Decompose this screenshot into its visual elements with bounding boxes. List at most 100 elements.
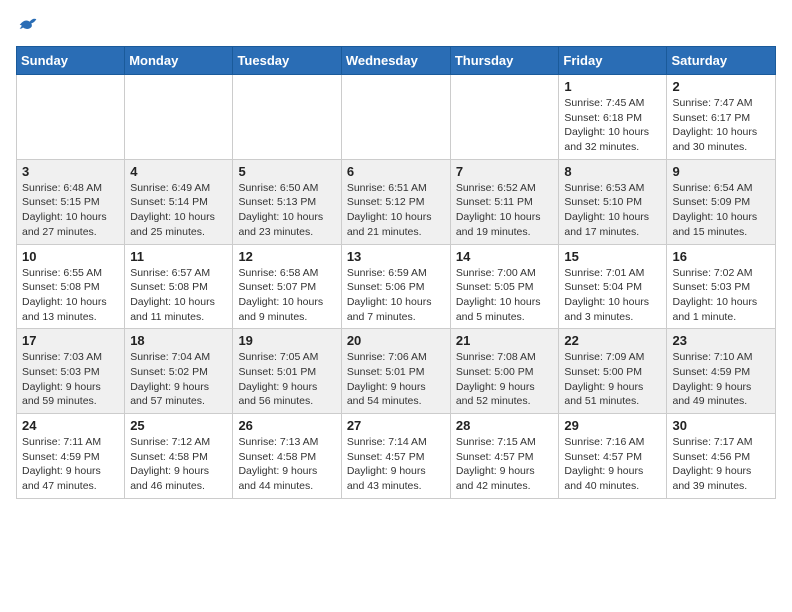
day-info: Sunrise: 7:03 AM Sunset: 5:03 PM Dayligh… xyxy=(22,350,119,409)
logo xyxy=(16,16,38,34)
day-info: Sunrise: 7:08 AM Sunset: 5:00 PM Dayligh… xyxy=(456,350,554,409)
calendar-cell: 21 Sunrise: 7:08 AM Sunset: 5:00 PM Dayli… xyxy=(450,329,559,414)
day-info: Sunrise: 7:01 AM Sunset: 5:04 PM Dayligh… xyxy=(564,266,661,325)
calendar-table: SundayMondayTuesdayWednesdayThursdayFrid… xyxy=(16,46,776,499)
calendar-cell xyxy=(17,75,125,160)
day-info: Sunrise: 6:54 AM Sunset: 5:09 PM Dayligh… xyxy=(672,181,770,240)
calendar-cell: 8Sunrise: 6:53 AM Sunset: 5:10 PM Daylig… xyxy=(559,159,667,244)
day-info: Sunrise: 7:05 AM Sunset: 5:01 PM Dayligh… xyxy=(238,350,335,409)
calendar-cell: 9 Sunrise: 6:54 AM Sunset: 5:09 PM Daylig… xyxy=(667,159,776,244)
day-info: Sunrise: 7:45 AM Sunset: 6:18 PM Dayligh… xyxy=(564,96,661,155)
calendar-cell: 16 Sunrise: 7:02 AM Sunset: 5:03 PM Dayli… xyxy=(667,244,776,329)
day-number: 9 xyxy=(672,164,770,179)
calendar-day-header: Tuesday xyxy=(233,47,341,75)
day-number: 13 xyxy=(347,249,445,264)
calendar-cell: 20Sunrise: 7:06 AM Sunset: 5:01 PM Dayli… xyxy=(341,329,450,414)
calendar-cell: 23Sunrise: 7:10 AM Sunset: 4:59 PM Dayli… xyxy=(667,329,776,414)
calendar-cell: 4 Sunrise: 6:49 AM Sunset: 5:14 PM Daylig… xyxy=(125,159,233,244)
day-info: Sunrise: 7:13 AM Sunset: 4:58 PM Dayligh… xyxy=(238,435,335,494)
day-info: Sunrise: 6:57 AM Sunset: 5:08 PM Dayligh… xyxy=(130,266,227,325)
day-number: 26 xyxy=(238,418,335,433)
day-info: Sunrise: 7:12 AM Sunset: 4:58 PM Dayligh… xyxy=(130,435,227,494)
calendar-cell xyxy=(125,75,233,160)
day-number: 21 xyxy=(456,333,554,348)
calendar-cell: 18 Sunrise: 7:04 AM Sunset: 5:02 PM Dayli… xyxy=(125,329,233,414)
calendar-cell: 15 Sunrise: 7:01 AM Sunset: 5:04 PM Dayli… xyxy=(559,244,667,329)
day-info: Sunrise: 7:06 AM Sunset: 5:01 PM Dayligh… xyxy=(347,350,445,409)
day-number: 1 xyxy=(564,79,661,94)
day-info: Sunrise: 6:59 AM Sunset: 5:06 PM Dayligh… xyxy=(347,266,445,325)
day-number: 25 xyxy=(130,418,227,433)
calendar-cell: 10 Sunrise: 6:55 AM Sunset: 5:08 PM Dayli… xyxy=(17,244,125,329)
calendar-cell: 5Sunrise: 6:50 AM Sunset: 5:13 PM Daylig… xyxy=(233,159,341,244)
logo-bird-icon xyxy=(18,16,38,34)
day-number: 6 xyxy=(347,164,445,179)
calendar-cell: 12 Sunrise: 6:58 AM Sunset: 5:07 PM Dayli… xyxy=(233,244,341,329)
day-number: 17 xyxy=(22,333,119,348)
calendar-cell xyxy=(233,75,341,160)
calendar-header-row: SundayMondayTuesdayWednesdayThursdayFrid… xyxy=(17,47,776,75)
calendar-day-header: Saturday xyxy=(667,47,776,75)
day-number: 19 xyxy=(238,333,335,348)
calendar-cell: 29 Sunrise: 7:16 AM Sunset: 4:57 PM Dayli… xyxy=(559,414,667,499)
day-number: 10 xyxy=(22,249,119,264)
day-number: 22 xyxy=(564,333,661,348)
calendar-cell: 3Sunrise: 6:48 AM Sunset: 5:15 PM Daylig… xyxy=(17,159,125,244)
calendar-cell: 19 Sunrise: 7:05 AM Sunset: 5:01 PM Dayli… xyxy=(233,329,341,414)
day-number: 14 xyxy=(456,249,554,264)
calendar-day-header: Thursday xyxy=(450,47,559,75)
day-number: 7 xyxy=(456,164,554,179)
calendar-cell: 28 Sunrise: 7:15 AM Sunset: 4:57 PM Dayli… xyxy=(450,414,559,499)
day-info: Sunrise: 6:51 AM Sunset: 5:12 PM Dayligh… xyxy=(347,181,445,240)
calendar-cell: 13 Sunrise: 6:59 AM Sunset: 5:06 PM Dayli… xyxy=(341,244,450,329)
calendar-cell xyxy=(341,75,450,160)
day-number: 15 xyxy=(564,249,661,264)
day-number: 24 xyxy=(22,418,119,433)
calendar-cell: 11 Sunrise: 6:57 AM Sunset: 5:08 PM Dayli… xyxy=(125,244,233,329)
day-info: Sunrise: 6:50 AM Sunset: 5:13 PM Dayligh… xyxy=(238,181,335,240)
day-number: 23 xyxy=(672,333,770,348)
day-info: Sunrise: 7:11 AM Sunset: 4:59 PM Dayligh… xyxy=(22,435,119,494)
calendar-day-header: Wednesday xyxy=(341,47,450,75)
day-number: 12 xyxy=(238,249,335,264)
day-info: Sunrise: 7:16 AM Sunset: 4:57 PM Dayligh… xyxy=(564,435,661,494)
calendar-cell xyxy=(450,75,559,160)
day-info: Sunrise: 7:00 AM Sunset: 5:05 PM Dayligh… xyxy=(456,266,554,325)
calendar-day-header: Monday xyxy=(125,47,233,75)
calendar-cell: 26 Sunrise: 7:13 AM Sunset: 4:58 PM Dayli… xyxy=(233,414,341,499)
calendar-week-row: 3Sunrise: 6:48 AM Sunset: 5:15 PM Daylig… xyxy=(17,159,776,244)
day-number: 16 xyxy=(672,249,770,264)
day-number: 11 xyxy=(130,249,227,264)
day-info: Sunrise: 7:15 AM Sunset: 4:57 PM Dayligh… xyxy=(456,435,554,494)
page-header xyxy=(16,16,776,34)
day-info: Sunrise: 7:09 AM Sunset: 5:00 PM Dayligh… xyxy=(564,350,661,409)
day-info: Sunrise: 6:49 AM Sunset: 5:14 PM Dayligh… xyxy=(130,181,227,240)
calendar-cell: 6 Sunrise: 6:51 AM Sunset: 5:12 PM Daylig… xyxy=(341,159,450,244)
day-number: 3 xyxy=(22,164,119,179)
calendar-week-row: 24 Sunrise: 7:11 AM Sunset: 4:59 PM Dayli… xyxy=(17,414,776,499)
day-info: Sunrise: 7:02 AM Sunset: 5:03 PM Dayligh… xyxy=(672,266,770,325)
calendar-cell: 7Sunrise: 6:52 AM Sunset: 5:11 PM Daylig… xyxy=(450,159,559,244)
day-number: 29 xyxy=(564,418,661,433)
day-number: 27 xyxy=(347,418,445,433)
calendar-day-header: Sunday xyxy=(17,47,125,75)
calendar-cell: 25 Sunrise: 7:12 AM Sunset: 4:58 PM Dayli… xyxy=(125,414,233,499)
calendar-cell: 27Sunrise: 7:14 AM Sunset: 4:57 PM Dayli… xyxy=(341,414,450,499)
calendar-week-row: 10 Sunrise: 6:55 AM Sunset: 5:08 PM Dayli… xyxy=(17,244,776,329)
calendar-week-row: 17 Sunrise: 7:03 AM Sunset: 5:03 PM Dayli… xyxy=(17,329,776,414)
calendar-day-header: Friday xyxy=(559,47,667,75)
calendar-week-row: 1 Sunrise: 7:45 AM Sunset: 6:18 PM Daylig… xyxy=(17,75,776,160)
day-number: 18 xyxy=(130,333,227,348)
calendar-cell: 24 Sunrise: 7:11 AM Sunset: 4:59 PM Dayli… xyxy=(17,414,125,499)
day-number: 2 xyxy=(672,79,770,94)
calendar-cell: 1 Sunrise: 7:45 AM Sunset: 6:18 PM Daylig… xyxy=(559,75,667,160)
day-info: Sunrise: 7:04 AM Sunset: 5:02 PM Dayligh… xyxy=(130,350,227,409)
day-info: Sunrise: 6:55 AM Sunset: 5:08 PM Dayligh… xyxy=(22,266,119,325)
day-number: 30 xyxy=(672,418,770,433)
day-number: 4 xyxy=(130,164,227,179)
day-info: Sunrise: 6:58 AM Sunset: 5:07 PM Dayligh… xyxy=(238,266,335,325)
day-number: 28 xyxy=(456,418,554,433)
calendar-cell: 17 Sunrise: 7:03 AM Sunset: 5:03 PM Dayli… xyxy=(17,329,125,414)
day-info: Sunrise: 7:47 AM Sunset: 6:17 PM Dayligh… xyxy=(672,96,770,155)
day-info: Sunrise: 7:17 AM Sunset: 4:56 PM Dayligh… xyxy=(672,435,770,494)
